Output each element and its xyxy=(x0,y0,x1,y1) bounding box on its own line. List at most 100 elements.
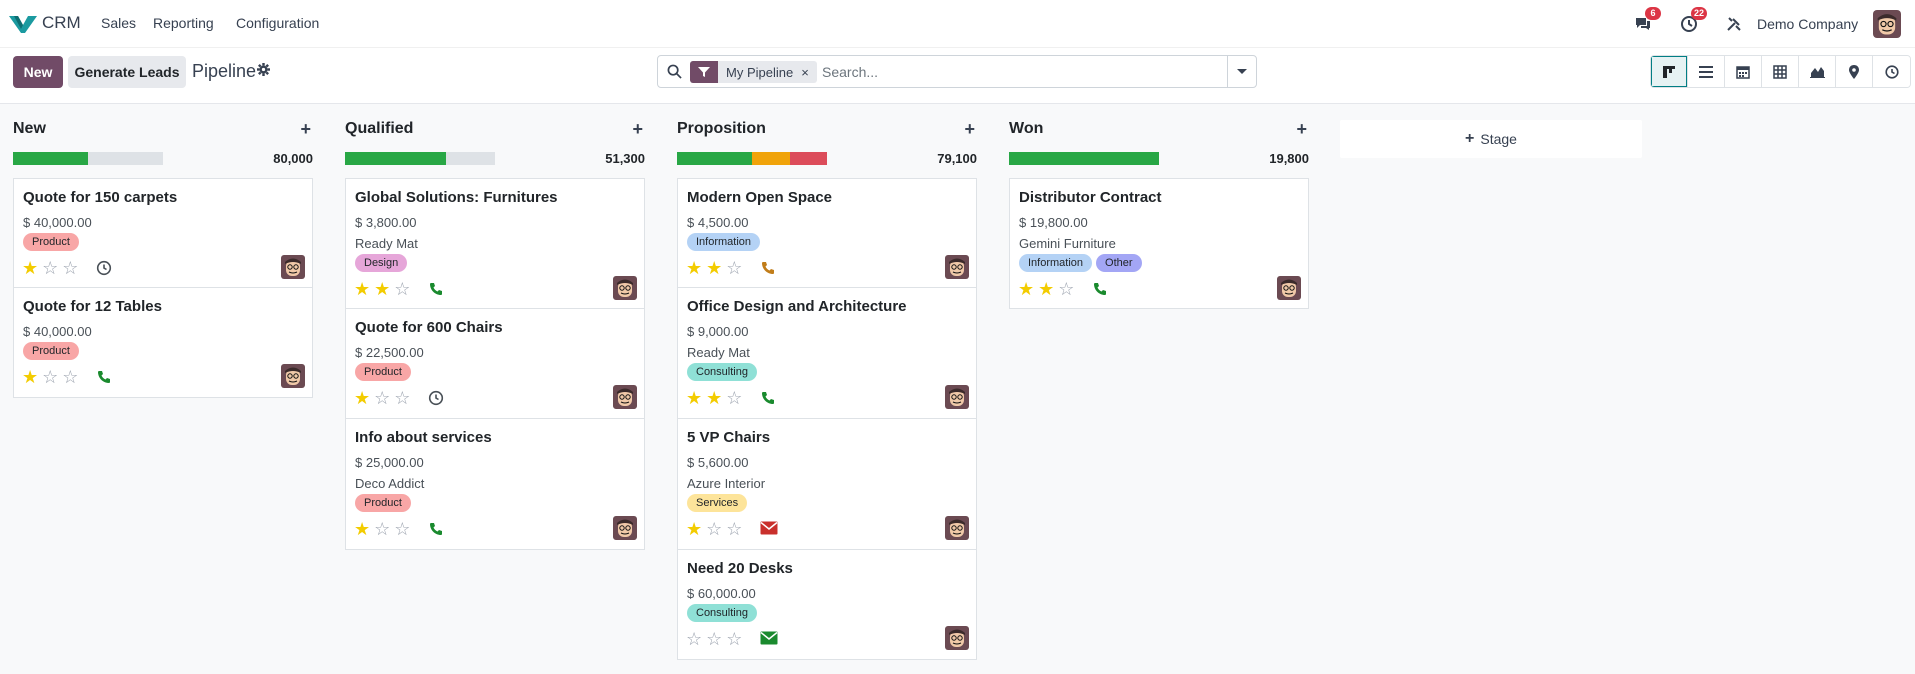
map-view-button[interactable] xyxy=(1836,56,1873,87)
kanban-card[interactable]: Quote for 600 Chairs $ 22,500.00 Product ★ ☆… xyxy=(345,309,645,419)
progress-segment[interactable] xyxy=(789,152,827,165)
user-avatar[interactable] xyxy=(1873,10,1901,38)
salesperson-avatar[interactable] xyxy=(945,516,969,540)
star-icon[interactable]: ☆ xyxy=(394,280,410,298)
star-icon[interactable]: ★ xyxy=(1038,280,1054,298)
quick-create-plus-icon[interactable]: + xyxy=(964,119,975,140)
phone-icon[interactable] xyxy=(96,369,112,385)
kanban-card[interactable]: Need 20 Desks $ 60,000.00 Consulting ☆ ☆ ☆ xyxy=(677,550,977,660)
kanban-card[interactable]: Distributor Contract $ 19,800.00 Gemini Fu… xyxy=(1009,178,1309,309)
star-icon[interactable]: ★ xyxy=(354,520,370,538)
star-icon[interactable]: ★ xyxy=(706,389,722,407)
star-icon[interactable]: ★ xyxy=(354,389,370,407)
salesperson-avatar[interactable] xyxy=(945,385,969,409)
phone-icon[interactable] xyxy=(428,521,444,537)
star-icon[interactable]: ★ xyxy=(374,280,390,298)
graph-view-button[interactable] xyxy=(1799,56,1836,87)
salesperson-avatar[interactable] xyxy=(613,276,637,300)
star-icon[interactable]: ☆ xyxy=(42,368,58,386)
generate-leads-button[interactable]: Generate Leads xyxy=(68,56,186,88)
star-icon[interactable]: ☆ xyxy=(706,520,722,538)
progress-segment[interactable] xyxy=(345,152,446,165)
envelope-icon[interactable] xyxy=(760,521,778,537)
facet-remove-icon[interactable]: × xyxy=(801,65,817,80)
phone-icon[interactable] xyxy=(428,281,444,297)
kanban-card[interactable]: Quote for 150 carpets $ 40,000.00 Product ★… xyxy=(13,178,313,288)
clock-icon[interactable] xyxy=(428,390,444,406)
activities-button[interactable]: 22 xyxy=(1680,7,1708,35)
new-button[interactable]: New xyxy=(13,56,63,88)
clock-icon[interactable] xyxy=(96,260,112,276)
app-name[interactable]: CRM xyxy=(42,13,81,33)
star-icon[interactable]: ★ xyxy=(706,259,722,277)
star-icon[interactable]: ☆ xyxy=(394,389,410,407)
salesperson-avatar[interactable] xyxy=(1277,276,1301,300)
star-icon[interactable]: ☆ xyxy=(726,630,742,648)
star-icon[interactable]: ★ xyxy=(1018,280,1034,298)
search-icon[interactable] xyxy=(667,64,682,79)
kanban-card[interactable]: 5 VP Chairs $ 5,600.00 Azure Interior Servi… xyxy=(677,419,977,550)
kanban-card[interactable]: Info about services $ 25,000.00 Deco Addic… xyxy=(345,419,645,550)
star-icon[interactable]: ★ xyxy=(686,520,702,538)
quick-create-plus-icon[interactable]: + xyxy=(1296,119,1307,140)
salesperson-avatar[interactable] xyxy=(281,364,305,388)
company-switcher[interactable]: Demo Company xyxy=(1757,16,1858,32)
column-progress-bar[interactable] xyxy=(1009,152,1159,165)
envelope-icon[interactable] xyxy=(760,631,778,647)
kanban-card[interactable]: Quote for 12 Tables $ 40,000.00 Product ★ ☆ ☆ xyxy=(13,288,313,398)
calendar-view-button[interactable] xyxy=(1725,56,1762,87)
phone-icon[interactable] xyxy=(1092,281,1108,297)
star-icon[interactable]: ☆ xyxy=(726,520,742,538)
star-icon[interactable]: ☆ xyxy=(706,630,722,648)
menu-sales[interactable]: Sales xyxy=(101,15,136,31)
star-icon[interactable]: ☆ xyxy=(374,520,390,538)
search-input[interactable] xyxy=(822,62,1212,82)
phone-icon[interactable] xyxy=(760,390,776,406)
salesperson-avatar[interactable] xyxy=(945,626,969,650)
column-progress-bar[interactable] xyxy=(677,152,827,165)
crm-logo-icon[interactable] xyxy=(8,13,38,35)
progress-segment[interactable] xyxy=(13,152,88,165)
column-title[interactable]: Won xyxy=(1009,120,1043,138)
activity-view-button[interactable] xyxy=(1873,56,1910,87)
salesperson-avatar[interactable] xyxy=(613,516,637,540)
menu-reporting[interactable]: Reporting xyxy=(153,15,214,31)
salesperson-avatar[interactable] xyxy=(613,385,637,409)
debug-tools-icon[interactable] xyxy=(1726,16,1742,32)
kanban-card[interactable]: Global Solutions: Furnitures $ 3,800.00 Re… xyxy=(345,178,645,309)
column-progress-bar[interactable] xyxy=(345,152,495,165)
star-icon[interactable]: ★ xyxy=(354,280,370,298)
search-options-toggle[interactable] xyxy=(1227,56,1256,87)
star-icon[interactable]: ☆ xyxy=(1058,280,1074,298)
progress-segment[interactable] xyxy=(752,152,790,165)
pivot-view-button[interactable] xyxy=(1762,56,1799,87)
kanban-card[interactable]: Office Design and Architecture $ 9,000.00… xyxy=(677,288,977,419)
kanban-card[interactable]: Modern Open Space $ 4,500.00 Information ★ ★… xyxy=(677,178,977,288)
star-icon[interactable]: ☆ xyxy=(686,630,702,648)
star-icon[interactable]: ★ xyxy=(686,389,702,407)
add-stage-button[interactable]: + Stage xyxy=(1340,120,1642,158)
star-icon[interactable]: ☆ xyxy=(62,368,78,386)
progress-segment[interactable] xyxy=(1009,152,1159,165)
column-progress-bar[interactable] xyxy=(13,152,163,165)
salesperson-avatar[interactable] xyxy=(281,255,305,279)
column-title[interactable]: Qualified xyxy=(345,120,413,138)
column-title[interactable]: New xyxy=(13,120,46,138)
quick-create-plus-icon[interactable]: + xyxy=(632,119,643,140)
list-view-button[interactable] xyxy=(1688,56,1725,87)
column-title[interactable]: Proposition xyxy=(677,120,766,138)
star-icon[interactable]: ☆ xyxy=(394,520,410,538)
star-icon[interactable]: ☆ xyxy=(726,389,742,407)
phone-icon[interactable] xyxy=(760,260,776,276)
star-icon[interactable]: ☆ xyxy=(42,259,58,277)
star-icon[interactable]: ☆ xyxy=(62,259,78,277)
kanban-view-button[interactable] xyxy=(1651,56,1688,87)
star-icon[interactable]: ★ xyxy=(22,259,38,277)
quick-create-plus-icon[interactable]: + xyxy=(300,119,311,140)
star-icon[interactable]: ★ xyxy=(22,368,38,386)
salesperson-avatar[interactable] xyxy=(945,255,969,279)
gear-icon[interactable] xyxy=(257,63,270,76)
star-icon[interactable]: ☆ xyxy=(374,389,390,407)
messages-button[interactable]: 6 xyxy=(1634,7,1661,35)
progress-segment[interactable] xyxy=(677,152,752,165)
